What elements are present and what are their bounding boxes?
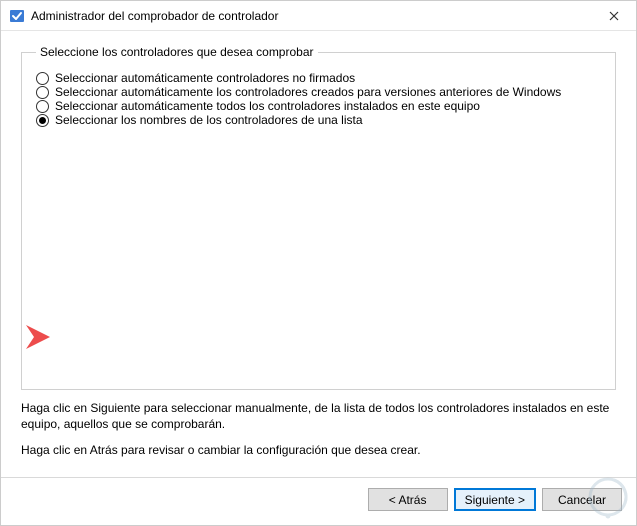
radio-icon [36, 100, 49, 113]
cancel-button[interactable]: Cancelar [542, 488, 622, 511]
option-older-windows-drivers[interactable]: Seleccionar automáticamente los controla… [36, 85, 601, 99]
titlebar: Administrador del comprobador de control… [1, 1, 636, 31]
window-title: Administrador del comprobador de control… [31, 9, 591, 23]
radio-icon [36, 72, 49, 85]
radio-icon [36, 86, 49, 99]
close-button[interactable] [591, 1, 636, 31]
button-bar: < Atrás Siguiente > Cancelar [1, 477, 636, 525]
close-icon [609, 11, 619, 21]
verifier-icon [9, 8, 25, 24]
helper-text-back: Haga clic en Atrás para revisar o cambia… [21, 442, 616, 458]
content-area: Seleccione los controladores que desea c… [1, 31, 636, 477]
radio-label: Seleccionar automáticamente todos los co… [55, 99, 480, 113]
radio-icon [36, 114, 49, 127]
radio-label: Seleccionar los nombres de los controlad… [55, 113, 363, 127]
option-all-installed-drivers[interactable]: Seleccionar automáticamente todos los co… [36, 99, 601, 113]
helper-text-next: Haga clic en Siguiente para seleccionar … [21, 400, 616, 432]
next-button[interactable]: Siguiente > [454, 488, 536, 511]
radio-label: Seleccionar automáticamente los controla… [55, 85, 561, 99]
dialog-window: Administrador del comprobador de control… [0, 0, 637, 526]
option-unsigned-drivers[interactable]: Seleccionar automáticamente controladore… [36, 71, 601, 85]
driver-selection-group: Seleccione los controladores que desea c… [21, 45, 616, 390]
back-button[interactable]: < Atrás [368, 488, 448, 511]
option-select-from-list[interactable]: Seleccionar los nombres de los controlad… [36, 113, 601, 127]
radio-label: Seleccionar automáticamente controladore… [55, 71, 355, 85]
group-legend: Seleccione los controladores que desea c… [36, 45, 318, 59]
